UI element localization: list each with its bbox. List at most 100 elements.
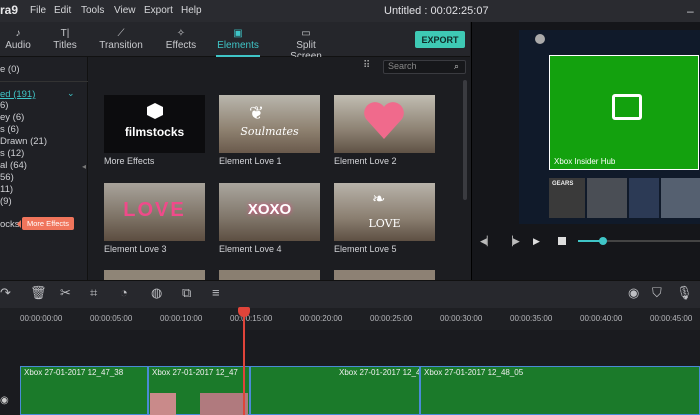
grid-view-icon[interactable]: ⠿ xyxy=(363,60,370,71)
heart-icon xyxy=(364,102,404,139)
titles-icon: T| xyxy=(60,28,70,39)
music-note-icon: ♪ xyxy=(15,28,21,39)
sidebar-item-featured[interactable]: ed (191) xyxy=(0,89,35,100)
sidebar-item[interactable]: 11) xyxy=(0,184,13,195)
menu-export[interactable]: Export xyxy=(144,5,173,16)
sidebar-item[interactable]: (9) xyxy=(0,196,12,207)
image-icon: ▣ xyxy=(233,28,243,39)
stop-icon[interactable] xyxy=(558,237,566,245)
eye-icon[interactable]: ◉ xyxy=(0,395,9,406)
sidebar-item[interactable]: ey (6) xyxy=(0,112,24,123)
timecode: 00:00:10:00 xyxy=(160,314,203,323)
filmstocks-logo-icon xyxy=(147,103,163,119)
element-thumb[interactable] xyxy=(104,270,205,280)
video-clip[interactable]: Xbox 27-01-2017 12_48_05 xyxy=(420,366,700,415)
swans-icon: ❧ xyxy=(372,191,386,208)
element-label: Element Love 1 xyxy=(219,156,282,166)
sidebar-item[interactable]: 56) xyxy=(0,172,14,183)
seek-handle[interactable] xyxy=(599,237,607,245)
love-text: LOVE xyxy=(123,199,186,221)
collapse-arrow-icon[interactable]: ◂ xyxy=(82,162,86,171)
element-label: Element Love 2 xyxy=(334,156,397,166)
playhead[interactable] xyxy=(243,307,245,415)
menu-bar: ra9 File Edit Tools View Export Help Unt… xyxy=(0,0,700,22)
more-effects-tooltip: More Effects xyxy=(17,217,74,230)
element-thumb-love-1[interactable]: ❦ Soulmates xyxy=(219,95,320,153)
filmstocks-wordmark: filmstocks xyxy=(124,125,185,139)
delete-icon[interactable]: 🗑 xyxy=(30,285,47,301)
video-clip[interactable]: Xbox 27-01-2017 12_4 xyxy=(250,366,420,415)
timecode: 00:00:15:00 xyxy=(230,314,273,323)
element-thumb-love-5[interactable]: ❧ LOVE xyxy=(334,183,435,241)
element-thumb-more-effects[interactable]: filmstocks xyxy=(104,95,205,153)
marker-icon[interactable]: ⛉ xyxy=(652,285,662,301)
play-icon[interactable]: ▶ xyxy=(533,236,540,247)
rewind-icon[interactable]: ◀▏ xyxy=(480,236,494,247)
effects-icon: ✧ xyxy=(176,28,186,39)
preview-screen: Xbox Insider Hub GEARS xyxy=(519,30,700,224)
timecode: 00:00:00:00 xyxy=(20,314,63,323)
step-forward-icon[interactable]: ▕▶ xyxy=(506,236,520,247)
sidebar-item[interactable]: e (0) xyxy=(0,64,20,75)
split-screen-icon: ▭ xyxy=(301,28,311,39)
sidebar-divider xyxy=(0,81,88,82)
menu-tools[interactable]: Tools xyxy=(81,5,104,16)
export-button[interactable]: EXPORT xyxy=(415,31,465,48)
birds-heart-icon: ❦ xyxy=(249,103,265,123)
menu-edit[interactable]: Edit xyxy=(54,5,71,16)
timecode: 00:00:35:00 xyxy=(510,314,553,323)
tab-split-screen[interactable]: ▭Split Screen xyxy=(280,22,332,62)
tab-audio[interactable]: ♪ Audio xyxy=(0,22,36,57)
element-thumb[interactable] xyxy=(219,270,320,280)
mic-icon[interactable]: 🎙 xyxy=(676,285,693,301)
transition-icon: ⟋ xyxy=(117,28,125,39)
tab-transition[interactable]: ⟋ Transition xyxy=(98,22,144,57)
element-overlay-clip[interactable] xyxy=(150,393,176,415)
tab-elements[interactable]: ▣ Elements xyxy=(216,22,260,57)
sidebar-item[interactable]: al (64) xyxy=(0,160,27,171)
green-screen-icon[interactable]: ⧉ xyxy=(182,285,191,301)
element-thumb-love-2[interactable] xyxy=(334,95,435,153)
video-clip[interactable]: Xbox 27-01-2017 12_47_38 xyxy=(20,366,148,415)
sidebar-item[interactable]: s (6) xyxy=(0,124,19,135)
app-logo: ra9 xyxy=(0,3,19,17)
timecode: 00:00:30:00 xyxy=(440,314,483,323)
render-icon[interactable]: ◉ xyxy=(628,285,639,301)
tab-effects[interactable]: ✧ Effects xyxy=(163,22,199,57)
grid-scrollbar[interactable] xyxy=(463,80,467,200)
timecode: 00:00:25:00 xyxy=(370,314,413,323)
minimize-icon[interactable]: – xyxy=(687,4,694,18)
element-label: More Effects xyxy=(104,156,155,166)
tab-titles[interactable]: T| Titles xyxy=(48,22,82,57)
element-thumb-love-4[interactable]: XOXO xyxy=(219,183,320,241)
timecode: 00:00:45:00 xyxy=(650,314,693,323)
speed-icon[interactable]: ◔ xyxy=(120,285,128,300)
project-title: Untitled : 00:02:25:07 xyxy=(384,5,489,17)
timeline-toolbar xyxy=(0,280,700,308)
color-icon[interactable]: ◍ xyxy=(151,285,162,301)
cut-icon[interactable]: ✂ xyxy=(60,285,71,301)
sidebar-item[interactable]: s (12) xyxy=(0,148,24,159)
crop-icon[interactable]: ⌗ xyxy=(90,285,97,301)
game-tile: GEARS xyxy=(549,178,585,218)
chevron-down-icon[interactable]: ⌄ xyxy=(67,88,75,99)
timecode: 00:00:05:00 xyxy=(90,314,133,323)
redo-icon[interactable]: ↷ xyxy=(0,285,11,301)
element-label: Element Love 4 xyxy=(219,244,282,254)
tile-label: Xbox Insider Hub xyxy=(554,157,616,166)
audio-mixer-icon[interactable]: ≡ xyxy=(212,285,220,300)
sidebar-item[interactable]: Drawn (21) xyxy=(0,136,47,147)
game-tile xyxy=(661,178,700,218)
menu-view[interactable]: View xyxy=(114,5,136,16)
element-thumb-love-3[interactable]: LOVE xyxy=(104,183,205,241)
xoxo-text: XOXO xyxy=(247,201,292,218)
sidebar-item[interactable]: 6) xyxy=(0,100,8,111)
element-thumb[interactable] xyxy=(334,270,435,280)
menu-help[interactable]: Help xyxy=(181,5,202,16)
element-label: Element Love 5 xyxy=(334,244,397,254)
love5-text: LOVE xyxy=(368,217,401,230)
element-overlay-clip[interactable] xyxy=(200,393,248,415)
game-tile xyxy=(629,178,659,218)
menu-file[interactable]: File xyxy=(30,5,46,16)
search-icon[interactable]: ⌕ xyxy=(454,61,459,72)
